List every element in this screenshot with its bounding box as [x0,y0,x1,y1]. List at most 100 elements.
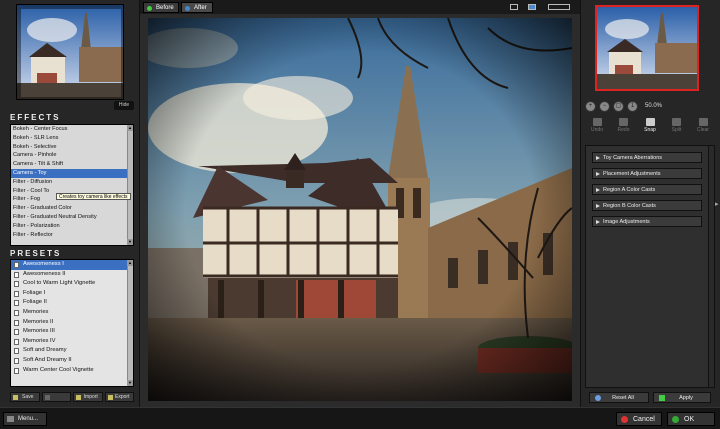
tool-row: Undo Redo Snap Split Clear [587,118,713,133]
left-panel: Hide EFFECTS Bokeh - Center Focus Bokeh -… [0,0,140,407]
tool-snap[interactable]: Snap [640,118,660,133]
preset-file-icon [14,309,19,316]
apply-button[interactable]: Apply [653,392,711,403]
preset-buttons: Save Import Export [10,392,134,402]
collapse-panel-icon[interactable]: ▸ [715,200,719,210]
expand-triangle-icon [596,220,600,224]
ok-button[interactable]: OK [667,412,715,426]
after-dot-icon [185,6,190,11]
zoom-in-icon[interactable]: + [585,100,596,112]
navigator-thumbnail[interactable] [16,4,124,100]
preset-item[interactable]: Soft and Dreamy [11,346,133,356]
preview-thumbnail[interactable] [595,5,699,91]
presets-title: PRESETS [10,249,62,258]
effect-item[interactable]: Bokeh - SLR Lens [11,134,133,143]
effects-title: EFFECTS [10,113,61,122]
adjustment-section[interactable]: Image Adjustments [592,216,702,227]
save-preset-button[interactable]: Save [10,392,40,402]
zoom-fit-icon[interactable]: ▢ [613,100,624,112]
presets-list[interactable]: Awesomeness I Awesomeness II Cool to Warm … [10,259,134,387]
tool-clear[interactable]: Clear [693,118,713,133]
tool-undo[interactable]: Undo [587,118,607,133]
reset-icon [595,395,601,401]
adjustment-section[interactable]: Toy Camera Aberrations [592,152,702,163]
redo-icon [619,118,628,126]
effect-item[interactable]: Filter - Reflector [11,231,133,240]
preset-item[interactable]: Memories IV [11,337,133,347]
tool-split[interactable]: Split [667,118,687,133]
preset-file-icon [14,367,19,374]
effect-item[interactable]: Camera - Pinhole [11,151,133,160]
tool-redo[interactable]: Redo [614,118,634,133]
zoom-level: 50.0% [645,103,663,109]
preset-item[interactable]: Foliage I [11,289,133,299]
preset-item[interactable]: Foliage II [11,298,133,308]
compare-view-icon[interactable] [548,4,570,10]
single-view-icon[interactable] [510,4,518,10]
preview-thumbnail-image [597,7,697,89]
preview-tabbar: Before After [140,0,580,14]
preset-file-icon [14,348,19,355]
zoom-actual-icon[interactable]: 1 [627,100,638,112]
preset-file-icon [14,300,19,307]
preset-item[interactable]: Awesomeness I [11,260,133,270]
effect-item[interactable]: Filter - Graduated Color [11,204,133,213]
preset-item[interactable]: Memories II [11,318,133,328]
effects-scrollbar[interactable]: ▲ ▼ [127,125,133,245]
delete-preset-button[interactable] [41,392,71,402]
effect-item[interactable]: Filter - Diffusion [11,178,133,187]
effects-list[interactable]: Bokeh - Center Focus Bokeh - SLR Lens Boke… [10,124,134,246]
tab-after[interactable]: After [181,2,213,13]
expand-triangle-icon [596,156,600,160]
preset-file-icon [14,290,19,297]
preset-file-icon [14,281,19,288]
effect-item[interactable]: Filter - Polarization [11,222,133,231]
preset-file-icon [14,319,19,326]
preset-item[interactable]: Cool to Warm Light Vignette [11,279,133,289]
effect-item[interactable]: Camera - Toy [11,168,133,178]
preset-item[interactable]: Warm Center Cool Vignette [11,366,133,376]
split-icon [672,118,681,126]
effect-item[interactable]: Bokeh - Center Focus [11,125,133,134]
effect-item[interactable]: Filter - Graduated Neutral Density [11,213,133,222]
cancel-icon [621,416,628,423]
tab-before[interactable]: Before [143,2,179,13]
effect-item[interactable]: Camera - Tilt & Shift [11,160,133,169]
right-panel: + − ▢ 1 50.0% Undo Redo Snap Split Clear Toy… [580,0,720,407]
split-view-icon[interactable] [528,4,536,10]
adjustment-section[interactable]: Region A Color Casts [592,184,702,195]
main-photo[interactable] [148,18,572,401]
hide-button[interactable]: Hide [114,101,134,110]
menu-icon [7,416,14,422]
adjustment-section[interactable]: Region B Color Casts [592,200,702,211]
scroll-down-icon[interactable]: ▼ [127,380,133,386]
reset-all-button[interactable]: Reset All [589,392,649,403]
presets-scrollbar[interactable]: ▲ ▼ [127,260,133,386]
effect-item[interactable]: Bokeh - Selective [11,143,133,152]
menu-button[interactable]: Menu... [3,412,47,426]
preset-item[interactable]: Memories [11,308,133,318]
preset-item[interactable]: Memories III [11,327,133,337]
preset-file-icon [14,262,19,268]
snap-icon [645,118,655,126]
adjustment-section[interactable]: Placement Adjustments [592,168,702,179]
import-preset-button[interactable]: Import [73,392,103,402]
adjustments-panel: Toy Camera Aberrations Placement Adjustme… [585,145,715,388]
clear-icon [698,118,708,126]
expand-triangle-icon [596,172,600,176]
zoom-out-icon[interactable]: − [599,100,610,112]
export-preset-button[interactable]: Export [104,392,134,402]
delete-icon [44,395,50,400]
bottom-bar: Menu... Cancel OK [0,407,720,429]
preset-item[interactable]: Soft And Dreamy II [11,356,133,366]
scroll-down-icon[interactable]: ▼ [127,239,133,245]
preset-file-icon [14,329,19,336]
adjustments-scrollbar[interactable] [708,146,714,387]
preset-item[interactable]: Awesomeness II [11,270,133,280]
scroll-up-icon[interactable]: ▲ [127,260,133,266]
undo-icon [592,118,602,126]
cancel-button[interactable]: Cancel [616,412,662,426]
effect-tooltip: Creates toy camera like effects [56,193,131,200]
scroll-up-icon[interactable]: ▲ [127,125,133,131]
import-icon [76,395,81,400]
